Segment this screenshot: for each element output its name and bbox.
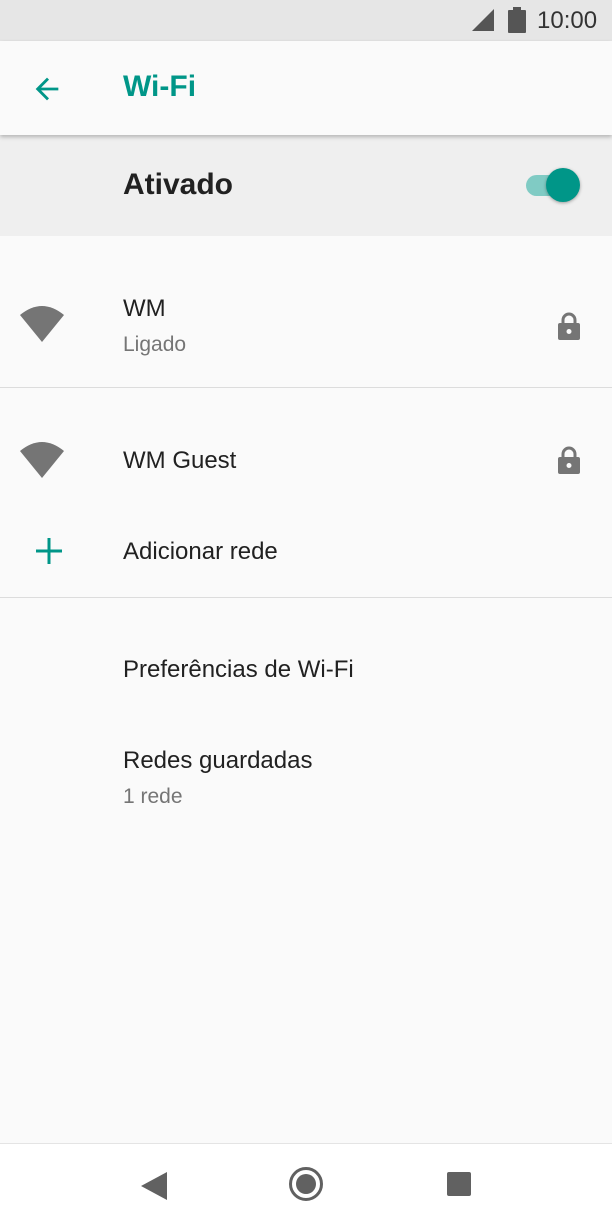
divider bbox=[0, 597, 612, 598]
navigation-bar bbox=[0, 1143, 612, 1224]
arrow-left-icon[interactable] bbox=[30, 72, 64, 106]
battery-icon bbox=[508, 7, 526, 33]
wifi-settings-screen: 10:00 Wi-Fi Ativado WM Ligado WM Guest A… bbox=[0, 0, 612, 1224]
saved-networks-summary: 1 rede bbox=[123, 785, 183, 808]
lock-icon bbox=[558, 312, 580, 340]
wifi-preferences-label: Preferências de Wi-Fi bbox=[123, 656, 354, 683]
app-bar: Wi-Fi bbox=[0, 41, 612, 135]
add-network-label: Adicionar rede bbox=[123, 538, 278, 565]
network-item-wm-guest[interactable]: WM Guest bbox=[0, 420, 612, 502]
signal-icon bbox=[472, 9, 494, 31]
wifi-signal-icon bbox=[20, 306, 64, 342]
master-switch-label: Ativado bbox=[123, 168, 234, 201]
plus-icon bbox=[36, 538, 62, 564]
status-bar: 10:00 bbox=[0, 0, 612, 41]
network-name: WM bbox=[123, 295, 166, 322]
toggle-thumb bbox=[546, 168, 580, 202]
lock-icon bbox=[558, 446, 580, 474]
saved-networks-label: Redes guardadas bbox=[123, 747, 313, 774]
saved-networks-item[interactable]: Redes guardadas 1 rede bbox=[0, 722, 612, 822]
status-clock: 10:00 bbox=[537, 7, 598, 34]
wifi-signal-icon bbox=[20, 442, 64, 478]
wifi-preferences-item[interactable]: Preferências de Wi-Fi bbox=[0, 630, 612, 710]
nav-back-icon[interactable] bbox=[141, 1172, 167, 1200]
wifi-toggle[interactable] bbox=[524, 167, 580, 203]
nav-home-icon[interactable] bbox=[288, 1166, 324, 1202]
wifi-master-switch-row[interactable]: Ativado bbox=[0, 135, 612, 236]
nav-recents-icon[interactable] bbox=[447, 1172, 471, 1196]
add-network-item[interactable]: Adicionar rede bbox=[0, 514, 612, 590]
page-title: Wi-Fi bbox=[123, 70, 197, 103]
network-name: WM Guest bbox=[123, 447, 237, 474]
network-item-wm[interactable]: WM Ligado bbox=[0, 270, 612, 386]
network-status: Ligado bbox=[123, 333, 187, 356]
divider bbox=[0, 387, 612, 388]
